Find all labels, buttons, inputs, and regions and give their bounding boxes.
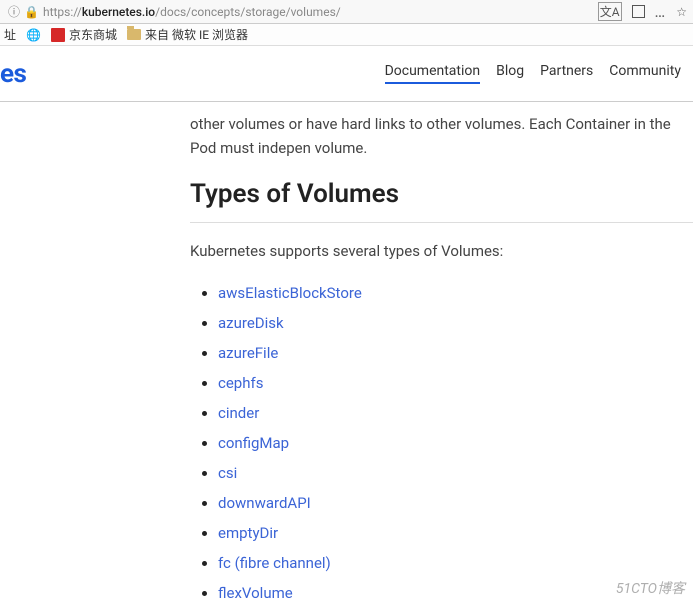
list-item: configMap — [218, 431, 693, 455]
volume-link[interactable]: fc (fibre channel) — [218, 554, 331, 572]
list-item: cinder — [218, 401, 693, 425]
volume-link[interactable]: flexVolume — [218, 584, 293, 602]
lock-icon[interactable]: 🔒 — [24, 5, 39, 19]
url-text[interactable]: https://kubernetes.io/docs/concepts/stor… — [43, 5, 598, 19]
list-item: emptyDir — [218, 521, 693, 545]
list-item: azureDisk — [218, 311, 693, 335]
volume-link[interactable]: cephfs — [218, 374, 263, 392]
heading-types-of-volumes: Types of Volumes — [190, 174, 693, 223]
site-logo-fragment[interactable]: es — [0, 59, 26, 89]
watermark-text: 51CTO博客 — [616, 581, 685, 597]
list-item: fc (fibre channel) — [218, 551, 693, 575]
folder-icon — [127, 29, 141, 40]
list-item: cephfs — [218, 371, 693, 395]
volume-link[interactable]: azureFile — [218, 344, 278, 362]
star-icon[interactable]: ☆ — [676, 5, 687, 19]
info-icon[interactable]: ⓘ — [8, 3, 20, 20]
bookmark-item-folder[interactable]: 来自 微软 IE 浏览器 — [127, 26, 248, 43]
list-item: azureFile — [218, 341, 693, 365]
reader-mode-icon[interactable] — [632, 5, 645, 18]
bookmark-1-label: 址 — [4, 26, 16, 43]
nav-partners[interactable]: Partners — [540, 63, 593, 84]
bookmark-item-globe[interactable]: 🌐 — [26, 28, 41, 42]
volume-link[interactable]: awsElasticBlockStore — [218, 284, 362, 302]
volume-link[interactable]: cinder — [218, 404, 259, 422]
site-nav: Documentation Blog Partners Community — [385, 63, 681, 84]
list-item: csi — [218, 461, 693, 485]
more-menu-icon[interactable]: … — [655, 2, 667, 21]
page-content: other volumes or have hard links to othe… — [0, 102, 693, 605]
volume-link[interactable]: emptyDir — [218, 524, 278, 542]
bookmark-item-jd[interactable]: 京东商城 — [51, 26, 117, 43]
browser-url-bar: ⓘ 🔒 https://kubernetes.io/docs/concepts/… — [0, 0, 693, 24]
volume-link[interactable]: downwardAPI — [218, 494, 311, 512]
watermark: 51CTO博客 — [616, 578, 685, 598]
subtext: Kubernetes supports several types of Vol… — [190, 239, 693, 263]
url-host: kubernetes.io — [82, 5, 155, 19]
list-item: downwardAPI — [218, 491, 693, 515]
nav-blog[interactable]: Blog — [496, 63, 524, 84]
url-right-icons: 文A … ☆ — [598, 2, 687, 21]
volume-types-list: awsElasticBlockStore azureDisk azureFile… — [190, 281, 693, 605]
nav-documentation[interactable]: Documentation — [385, 63, 481, 84]
volume-link[interactable]: csi — [218, 464, 237, 482]
site-header: es Documentation Blog Partners Community — [0, 46, 693, 102]
bookmarks-bar: 址 🌐 京东商城 来自 微软 IE 浏览器 — [0, 24, 693, 46]
list-item: awsElasticBlockStore — [218, 281, 693, 305]
bookmark-jd-label: 京东商城 — [69, 26, 117, 43]
volume-link[interactable]: configMap — [218, 434, 289, 452]
translate-icon[interactable]: 文A — [598, 2, 622, 21]
url-path: /docs/concepts/storage/volumes/ — [155, 5, 341, 19]
globe-icon: 🌐 — [26, 28, 41, 42]
bookmark-folder-label: 来自 微软 IE 浏览器 — [145, 26, 248, 43]
bookmark-item-1[interactable]: 址 — [4, 26, 16, 43]
volume-link[interactable]: azureDisk — [218, 314, 284, 332]
para-continuation: other volumes or have hard links to othe… — [190, 112, 693, 160]
url-scheme: https:// — [43, 5, 82, 19]
nav-community[interactable]: Community — [609, 63, 681, 84]
jd-icon — [51, 28, 65, 42]
